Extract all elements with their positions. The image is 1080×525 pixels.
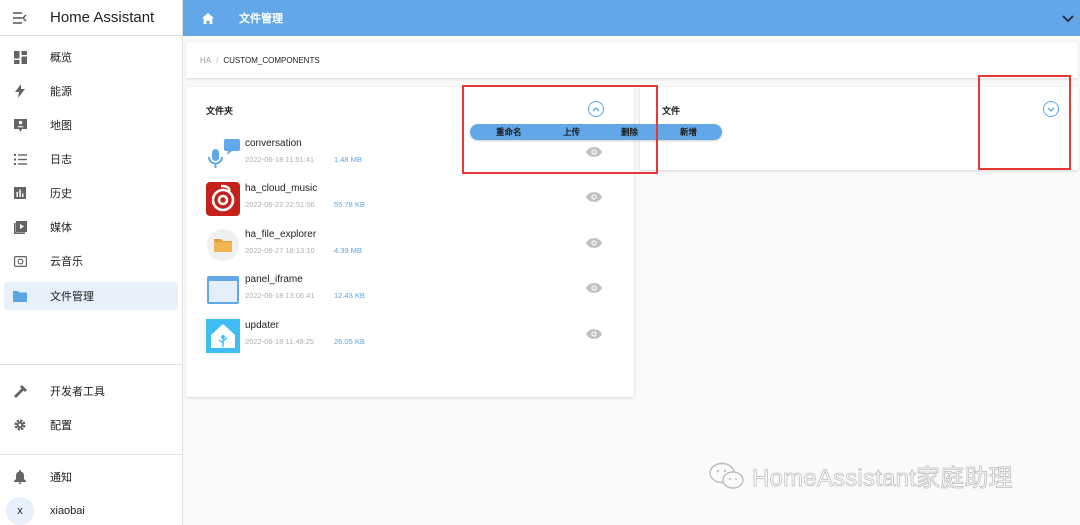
sidebar-item-cloud-music[interactable]: 云音乐	[4, 247, 178, 275]
folders-title: 文件夹	[206, 106, 234, 116]
sidebar-item-user[interactable]: x xiaobai	[4, 497, 178, 525]
folder-size: 26.05 KB	[334, 337, 365, 346]
folder-size: 1.48 MB	[334, 155, 362, 164]
sidebar-item-logbook[interactable]: 日志	[4, 145, 178, 173]
sidebar-item-label: 概览	[50, 52, 72, 64]
microphone-chat-icon	[206, 137, 240, 171]
files-title: 文件	[662, 106, 681, 116]
folder-name: updater	[245, 320, 279, 331]
sidebar-item-history[interactable]: 历史	[4, 179, 178, 207]
sidebar-item-label: 能源	[50, 86, 72, 98]
window-icon	[206, 273, 240, 307]
highlight-box-folders-menu	[462, 85, 658, 174]
chevron-down-icon[interactable]	[1062, 10, 1074, 28]
folder-size: 55.78 KB	[334, 200, 365, 209]
folder-name: conversation	[245, 138, 302, 149]
sidebar-item-developer-tools[interactable]: 开发者工具	[4, 377, 178, 405]
list-item[interactable]: ha_file_explorer 2022-06-27 18:13:10 4.3…	[204, 226, 624, 266]
sidebar-item-label: 配置	[50, 420, 72, 432]
list-icon	[4, 153, 36, 165]
folder-icon	[4, 290, 36, 302]
avatar: x	[6, 497, 34, 525]
gear-icon	[4, 418, 36, 432]
hammer-icon	[4, 384, 36, 398]
menu-toggle-icon[interactable]	[0, 11, 40, 24]
folder-date: 2022-06-18 11:48:25	[245, 337, 315, 346]
bar-chart-icon	[4, 187, 36, 199]
sidebar-divider	[0, 364, 183, 365]
netease-music-icon	[206, 182, 240, 216]
sidebar-header: Home Assistant	[0, 0, 182, 36]
breadcrumb-current: CUSTOM_COMPONENTS	[223, 55, 320, 65]
breadcrumb-separator: /	[216, 55, 219, 65]
folder-date: 2022-06-22 22:51:56	[245, 200, 315, 209]
sidebar-item-label: 地图	[50, 120, 72, 132]
add-button[interactable]: 新增	[680, 126, 697, 138]
dashboard-icon	[4, 50, 36, 64]
sidebar-item-notifications[interactable]: 通知	[4, 463, 178, 491]
eye-icon[interactable]	[586, 235, 602, 253]
sidebar-item-label: 云音乐	[50, 256, 83, 268]
sidebar-item-label: 媒体	[50, 222, 72, 234]
folder-size: 4.39 MB	[334, 246, 362, 255]
lightning-icon	[4, 84, 36, 98]
highlight-box-files-menu	[978, 75, 1071, 170]
folder-date: 2022-06-18 13:06:41	[245, 291, 315, 300]
media-play-icon	[4, 220, 36, 234]
sidebar-item-label: 历史	[50, 188, 72, 200]
folder-name: ha_file_explorer	[245, 229, 317, 240]
map-person-icon	[4, 118, 36, 132]
folder-icon	[206, 228, 240, 262]
home-assistant-icon	[206, 319, 240, 353]
top-app-bar: 文件管理	[183, 0, 1080, 36]
sidebar-item-overview[interactable]: 概览	[4, 43, 178, 71]
sidebar-item-energy[interactable]: 能源	[4, 77, 178, 105]
watermark: HomeAssistant家庭助理	[708, 458, 1013, 493]
watermark-text: HomeAssistant家庭助理	[752, 465, 1013, 493]
sidebar-item-settings[interactable]: 配置	[4, 411, 178, 439]
sidebar-item-file-manager[interactable]: 文件管理	[4, 282, 178, 310]
sidebar-item-label: 开发者工具	[50, 386, 105, 398]
list-item[interactable]: updater 2022-06-18 11:48:25 26.05 KB	[204, 317, 624, 357]
page-title: 文件管理	[239, 13, 283, 25]
wechat-icon	[709, 462, 744, 489]
list-item[interactable]: ha_cloud_music 2022-06-22 22:51:56 55.78…	[204, 180, 624, 220]
eye-icon[interactable]	[586, 189, 602, 207]
list-item[interactable]: panel_iframe 2022-06-18 13:06:41 12.43 K…	[204, 271, 624, 311]
folder-date: 2022-06-18 11:51:41	[245, 155, 315, 164]
sidebar: Home Assistant 概览 能源 地图 日志 历史 媒体 云音乐 文件管…	[0, 0, 183, 525]
eye-icon[interactable]	[586, 326, 602, 344]
folder-name: panel_iframe	[245, 274, 303, 285]
breadcrumb-root[interactable]: HA	[200, 56, 211, 65]
avatar-wrap: x	[4, 497, 36, 525]
app-title: Home Assistant	[50, 9, 155, 26]
sidebar-divider	[0, 454, 183, 455]
music-icon	[4, 255, 36, 267]
breadcrumb: HA / CUSTOM_COMPONENTS	[186, 42, 1078, 78]
folder-date: 2022-06-27 18:13:10	[245, 246, 315, 255]
eye-icon[interactable]	[586, 280, 602, 298]
user-name: xiaobai	[50, 505, 85, 517]
sidebar-item-label: 文件管理	[50, 291, 94, 303]
folder-name: ha_cloud_music	[245, 183, 318, 194]
sidebar-item-label: 日志	[50, 154, 72, 166]
folder-size: 12.43 KB	[334, 291, 365, 300]
home-icon[interactable]	[183, 12, 233, 24]
sidebar-item-label: 通知	[50, 472, 72, 484]
sidebar-item-map[interactable]: 地图	[4, 111, 178, 139]
sidebar-item-media[interactable]: 媒体	[4, 213, 178, 241]
bell-icon	[4, 470, 36, 484]
